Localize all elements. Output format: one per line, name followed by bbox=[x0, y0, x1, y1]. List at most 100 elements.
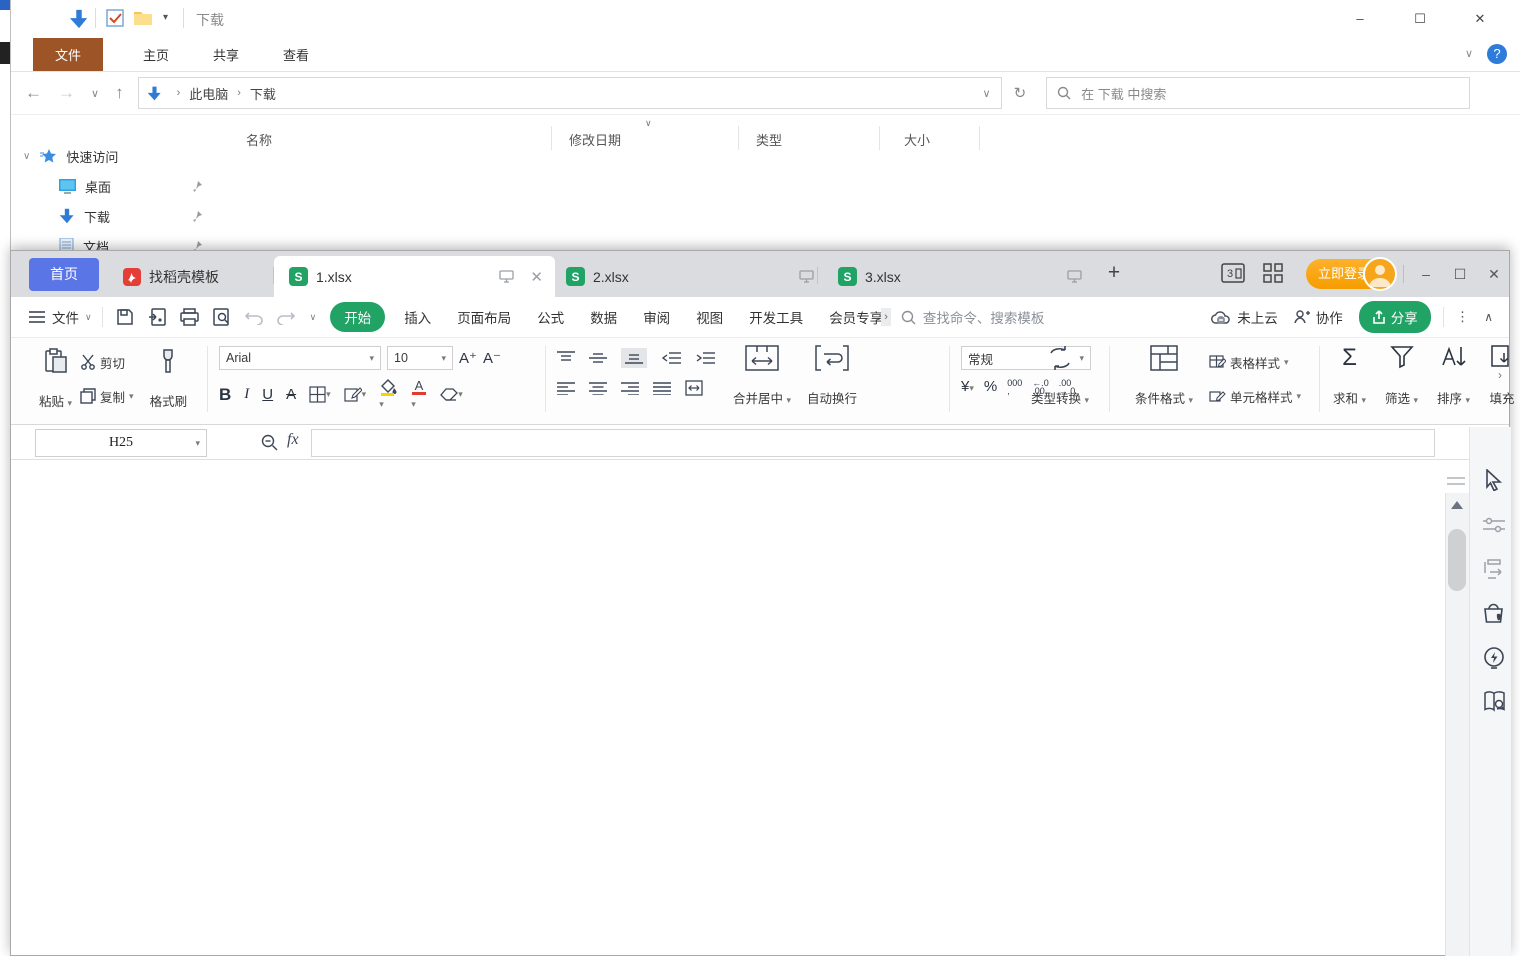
breadcrumb-downloads[interactable]: 下载 bbox=[250, 84, 276, 103]
split-handle[interactable] bbox=[1447, 477, 1465, 485]
avatar[interactable] bbox=[1363, 257, 1397, 291]
fill-color-button[interactable]: ▾ bbox=[379, 379, 398, 410]
tab-doc-1[interactable]: S 1.xlsx ✕ bbox=[274, 256, 555, 297]
more-options-icon[interactable]: ⋮ bbox=[1456, 309, 1471, 325]
ribbon-tab-member[interactable]: 会员专享 bbox=[816, 307, 881, 327]
align-center-icon[interactable] bbox=[589, 381, 607, 395]
increase-indent-icon[interactable] bbox=[695, 351, 715, 365]
ribbon-tab-insert[interactable]: 插入 bbox=[391, 307, 444, 327]
copy-button[interactable]: 复制▾ bbox=[80, 384, 134, 408]
chevron-down-icon[interactable]: ∨ bbox=[23, 151, 30, 162]
explorer-tab-share[interactable]: 共享 bbox=[191, 38, 261, 71]
wrap-text-button[interactable]: 自动换行 bbox=[801, 342, 863, 410]
bold-button[interactable]: B bbox=[219, 385, 231, 405]
list-column-date[interactable]: 修改日期 bbox=[569, 130, 621, 149]
thousand-separator-button[interactable]: 000, bbox=[1007, 379, 1022, 395]
paste-button[interactable]: 粘贴 ▾ bbox=[33, 345, 78, 413]
tabs-overflow-icon[interactable]: › bbox=[881, 308, 891, 326]
undo-icon[interactable] bbox=[245, 310, 263, 325]
ribbon-tab-start[interactable]: 开始 bbox=[330, 302, 385, 332]
wps-close-button[interactable]: ✕ bbox=[1479, 261, 1509, 287]
redo-icon[interactable] bbox=[277, 310, 295, 325]
clear-button[interactable]: ▾ bbox=[440, 387, 463, 402]
borders-button[interactable]: ▾ bbox=[309, 386, 331, 403]
forward-icon[interactable]: → bbox=[58, 83, 75, 103]
print-icon[interactable] bbox=[180, 308, 199, 326]
adjust-sliders-icon[interactable] bbox=[1483, 516, 1505, 534]
justify-icon[interactable] bbox=[653, 381, 671, 395]
select-pointer-icon[interactable] bbox=[1483, 469, 1503, 491]
explorer-search-input[interactable]: 在 下载 中搜索 bbox=[1046, 77, 1470, 109]
address-bar[interactable]: › 此电脑 › 下载 ∨ bbox=[138, 77, 1002, 109]
help-icon[interactable]: ? bbox=[1487, 44, 1507, 64]
tab-docer-templates[interactable]: 找稻壳模板 bbox=[111, 256, 281, 297]
wps-maximize-button[interactable]: ☐ bbox=[1445, 261, 1475, 287]
document-search-icon[interactable] bbox=[1483, 691, 1507, 712]
table-style-button[interactable]: 表格样式▾ bbox=[1209, 350, 1334, 374]
font-size-select[interactable]: 10▾ bbox=[387, 346, 453, 370]
underline-button[interactable]: U bbox=[262, 386, 273, 403]
wps-minimize-button[interactable]: – bbox=[1411, 261, 1441, 287]
ribbon-expand-icon[interactable]: ∨ bbox=[1465, 47, 1473, 60]
close-tab-icon[interactable]: ✕ bbox=[530, 268, 543, 286]
font-name-select[interactable]: Arial▾ bbox=[219, 346, 381, 370]
save-icon[interactable] bbox=[116, 308, 134, 326]
ribbon-tab-data[interactable]: 数据 bbox=[577, 307, 630, 327]
cloud-status[interactable]: 未上云 bbox=[1211, 307, 1278, 327]
type-convert-big-button[interactable] bbox=[1115, 342, 1127, 410]
window-manage-icon[interactable]: 3 bbox=[1221, 263, 1245, 283]
filter-button[interactable]: 筛选 ▾ bbox=[1379, 342, 1424, 410]
refresh-icon[interactable]: ↻ bbox=[1014, 84, 1027, 102]
explorer-minimize-button[interactable]: – bbox=[1337, 4, 1383, 34]
decrease-indent-icon[interactable] bbox=[661, 351, 681, 365]
collaborate-button[interactable]: 协作 bbox=[1294, 307, 1343, 327]
properties-icon[interactable] bbox=[106, 9, 125, 28]
print-preview-icon[interactable] bbox=[213, 308, 231, 326]
app-grid-icon[interactable] bbox=[1263, 263, 1283, 283]
explorer-close-button[interactable]: ✕ bbox=[1457, 4, 1503, 34]
scroll-up-icon[interactable] bbox=[1451, 501, 1463, 509]
conditional-format-button[interactable]: 条件格式 ▾ bbox=[1129, 342, 1199, 410]
file-menu[interactable]: 文件 bbox=[52, 307, 79, 327]
zoom-search-icon[interactable] bbox=[261, 434, 278, 451]
list-column-size[interactable]: 大小 bbox=[904, 130, 930, 149]
docer-store-icon[interactable] bbox=[1483, 603, 1506, 625]
name-box[interactable]: H25 ▾ bbox=[35, 429, 207, 457]
ribbon-tab-review[interactable]: 审阅 bbox=[630, 307, 683, 327]
back-icon[interactable]: ← bbox=[25, 83, 42, 103]
ribbon-more-icon[interactable]: › bbox=[1498, 368, 1502, 382]
qat-customize-icon[interactable]: ▾ bbox=[163, 12, 168, 23]
sum-button[interactable]: Σ 求和 ▾ bbox=[1327, 342, 1372, 410]
align-right-icon[interactable] bbox=[621, 381, 639, 395]
explorer-tab-file[interactable]: 文件 bbox=[33, 38, 103, 71]
sidebar-item-downloads[interactable]: 下载 bbox=[59, 203, 110, 229]
font-color-button[interactable]: A▾ bbox=[411, 379, 427, 410]
command-search-input[interactable]: 查找命令、搜索模板 bbox=[901, 307, 1045, 327]
list-column-type[interactable]: 类型 bbox=[756, 130, 782, 149]
sort-button[interactable]: 排序 ▾ bbox=[1431, 342, 1476, 410]
scrollbar-thumb[interactable] bbox=[1448, 529, 1466, 591]
explorer-maximize-button[interactable]: ☐ bbox=[1397, 4, 1443, 34]
cell-style-button[interactable]: 单元格样式▾ bbox=[1209, 384, 1334, 408]
explorer-tab-view[interactable]: 查看 bbox=[261, 38, 331, 71]
grow-font-button[interactable]: A⁺ bbox=[459, 349, 477, 367]
align-top-icon[interactable] bbox=[557, 351, 575, 365]
qat-dropdown-icon[interactable]: ∨ bbox=[310, 312, 317, 323]
italic-button[interactable]: I bbox=[244, 386, 249, 403]
type-conversion-button[interactable]: 类型转换 ▾ bbox=[1025, 342, 1095, 410]
tab-doc-2[interactable]: S 2.xlsx bbox=[551, 256, 828, 297]
draw-border-button[interactable]: ▾ bbox=[344, 386, 367, 403]
align-left-icon[interactable] bbox=[557, 381, 575, 395]
insert-function-icon[interactable]: fx bbox=[287, 431, 299, 449]
share-button[interactable]: 分享 bbox=[1359, 301, 1431, 333]
format-painter-button[interactable]: 格式刷 bbox=[144, 345, 194, 413]
ribbon-tab-view[interactable]: 视图 bbox=[683, 307, 736, 327]
list-column-name[interactable]: 名称 bbox=[246, 130, 272, 149]
recent-locations-icon[interactable]: ∨ bbox=[91, 87, 99, 100]
explorer-tab-home[interactable]: 主页 bbox=[121, 38, 191, 71]
field-list-icon[interactable] bbox=[1483, 559, 1505, 581]
cut-button[interactable]: 剪切 bbox=[80, 350, 134, 374]
address-dropdown-icon[interactable]: ∨ bbox=[983, 87, 991, 100]
breadcrumb-this-pc[interactable]: 此电脑 bbox=[189, 84, 228, 103]
currency-button[interactable]: ¥▾ bbox=[961, 378, 974, 395]
